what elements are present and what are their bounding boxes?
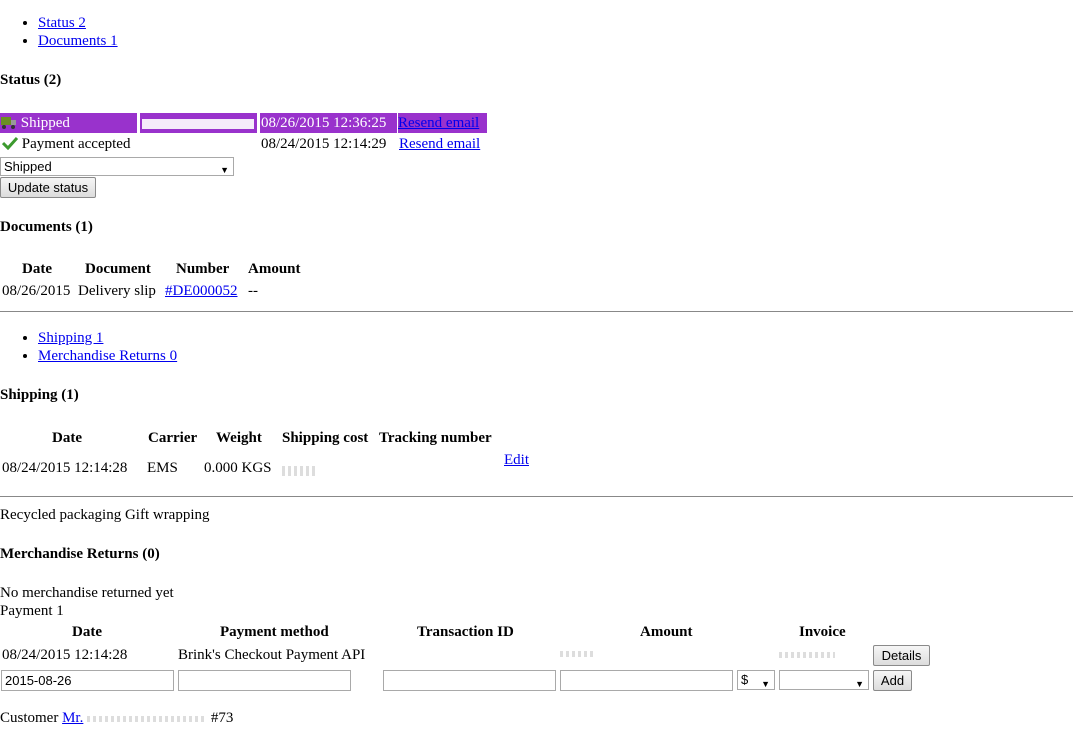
payment-date-input[interactable] <box>1 670 174 691</box>
status-row-payment: Payment accepted <box>1 136 131 153</box>
resend-email-link-1[interactable]: Resend email <box>398 115 479 131</box>
pay-col-invoice: Invoice <box>799 624 846 640</box>
status-select-value: Shipped <box>4 159 52 174</box>
truck-icon <box>0 113 17 130</box>
amount-input[interactable] <box>560 670 733 691</box>
currency-select-value: $ <box>741 672 749 687</box>
shipping-edit-link[interactable]: Edit <box>504 452 529 469</box>
tab-returns: Merchandise Returns 0 <box>38 347 177 365</box>
customer-label: Customer <box>0 710 59 726</box>
tab-shipping: Shipping 1 <box>38 329 177 347</box>
tab-documents-link[interactable]: Documents 1 <box>38 33 118 49</box>
shipping-heading: Shipping (1) <box>0 387 79 403</box>
status-employee-cell <box>140 113 257 133</box>
redacted-customer-name <box>87 715 208 722</box>
pay-col-date: Date <box>72 624 102 640</box>
doc-col-date: Date <box>22 261 52 277</box>
redacted-amount <box>560 651 596 657</box>
doc-col-document: Document <box>85 261 151 277</box>
status-select[interactable]: Shipped ▼ <box>0 157 234 176</box>
customer-line: Customer Mr. #73 <box>0 710 233 727</box>
tab-status-link[interactable]: Status 2 <box>38 15 86 31</box>
status-date-payment: 08/24/2015 12:14:29 <box>261 136 387 152</box>
status-label-payment: Payment accepted <box>21 136 131 152</box>
tab-returns-link[interactable]: Merchandise Returns 0 <box>38 348 177 364</box>
top-tabs: Status 2 Documents 1 <box>0 14 118 50</box>
chevron-down-icon: ▼ <box>220 165 229 175</box>
check-icon <box>1 136 19 151</box>
invoice-select[interactable]: ▼ <box>779 670 869 690</box>
status-label-shipped: Shipped <box>20 115 70 131</box>
status-heading: Status (2) <box>0 72 62 88</box>
payment-details-button[interactable]: Details <box>873 645 930 666</box>
ship-col-cost: Shipping cost <box>282 430 369 446</box>
returns-heading: Merchandise Returns (0) <box>0 546 160 562</box>
redacted-shipping-cost <box>282 466 316 476</box>
customer-id: #73 <box>210 710 234 726</box>
ship-col-tracking: Tracking number <box>379 430 492 446</box>
status-resend-cell: Resend email <box>398 113 487 133</box>
payment-method-input[interactable] <box>178 670 351 691</box>
doc-row-document: Delivery slip <box>78 283 156 299</box>
customer-link[interactable]: Mr. <box>62 710 83 726</box>
status-row-shipped: Shipped <box>0 113 137 133</box>
doc-col-amount: Amount <box>248 261 301 277</box>
ship-row-date: 08/24/2015 12:14:28 <box>2 460 128 476</box>
chevron-down-icon: ▼ <box>855 679 864 689</box>
pay-row-method: Brink's Checkout Payment API <box>178 647 366 663</box>
update-status-button[interactable]: Update status <box>0 177 96 198</box>
divider <box>0 311 1073 312</box>
doc-row-number-link[interactable]: #DE000052 <box>165 283 238 300</box>
pay-col-amount: Amount <box>640 624 693 640</box>
returns-empty: No merchandise returned yet <box>0 585 174 601</box>
tab-status: Status 2 <box>38 14 118 32</box>
status-date-cell: 08/26/2015 12:36:25 <box>260 113 397 133</box>
ship-row-weight: 0.000 KGS <box>204 460 272 476</box>
doc-row-amount: -- <box>248 283 258 299</box>
ship-row-carrier: EMS <box>147 460 178 476</box>
transaction-id-input[interactable] <box>383 670 556 691</box>
tab-documents: Documents 1 <box>38 32 118 50</box>
redacted-invoice <box>779 652 835 658</box>
mid-tabs: Shipping 1 Merchandise Returns 0 <box>0 329 177 365</box>
ship-col-weight: Weight <box>216 430 262 446</box>
ship-col-date: Date <box>52 430 82 446</box>
ship-col-carrier: Carrier <box>148 430 198 446</box>
payment-label: Payment 1 <box>0 603 64 619</box>
doc-row-date: 08/26/2015 <box>2 283 71 299</box>
tab-shipping-link[interactable]: Shipping 1 <box>38 330 103 346</box>
doc-col-number: Number <box>176 261 230 277</box>
chevron-down-icon: ▼ <box>761 679 770 689</box>
pay-col-transaction: Transaction ID <box>417 624 514 640</box>
documents-heading: Documents (1) <box>0 219 93 235</box>
pay-row-date: 08/24/2015 12:14:28 <box>2 647 128 663</box>
redacted-employee <box>142 118 254 129</box>
shipping-options: Recycled packaging Gift wrapping <box>0 507 210 523</box>
pay-col-method: Payment method <box>220 624 329 640</box>
add-payment-button[interactable]: Add <box>873 670 912 691</box>
divider <box>0 496 1073 497</box>
resend-email-link-2[interactable]: Resend email <box>399 136 480 153</box>
currency-select[interactable]: $ ▼ <box>737 670 775 690</box>
